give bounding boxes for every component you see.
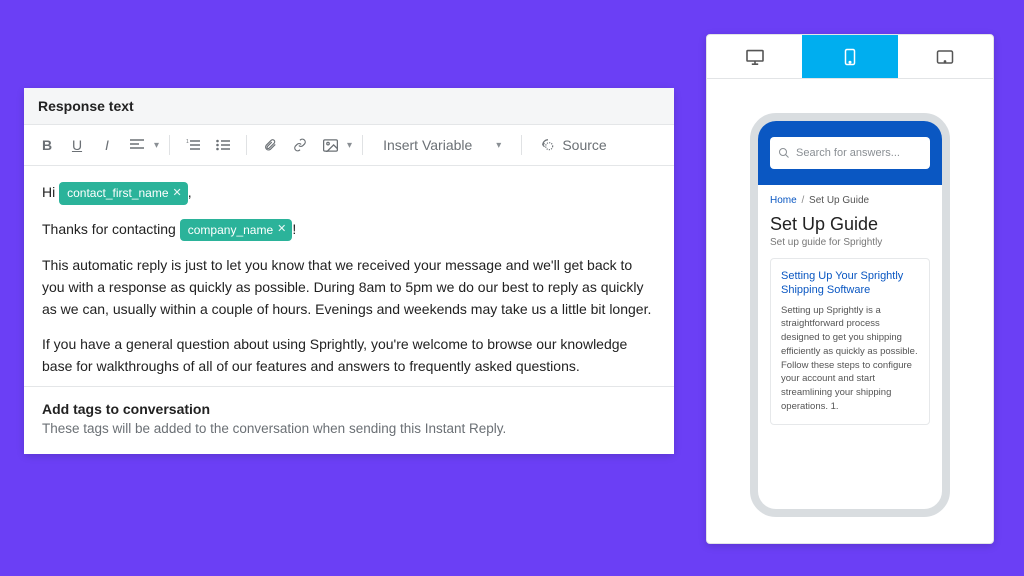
editor-toolbar: B U I ▾ 1 ▾ Insert Variable ▾ xyxy=(24,125,674,166)
source-button[interactable]: Source xyxy=(532,133,614,157)
variable-pill-label: contact_first_name xyxy=(67,184,168,203)
underline-button[interactable]: U xyxy=(64,131,90,159)
search-icon xyxy=(778,147,790,159)
insert-variable-label: Insert Variable xyxy=(383,137,472,153)
breadcrumb-separator: / xyxy=(799,195,807,206)
tab-tablet[interactable] xyxy=(898,35,993,78)
thanks-prefix: Thanks for contacting xyxy=(42,221,180,237)
variable-pill-label: company_name xyxy=(188,221,273,240)
greeting-prefix: Hi xyxy=(42,184,59,200)
tab-desktop[interactable] xyxy=(707,35,802,78)
breadcrumb-current: Set Up Guide xyxy=(809,195,869,206)
mobile-icon xyxy=(843,48,857,66)
unordered-list-button[interactable] xyxy=(210,131,236,159)
link-button[interactable] xyxy=(287,131,313,159)
phone-content: Home / Set Up Guide Set Up Guide Set up … xyxy=(758,185,942,435)
search-input[interactable]: Search for answers... xyxy=(770,137,930,169)
source-label: Source xyxy=(562,137,606,153)
toolbar-separator xyxy=(362,135,363,155)
breadcrumb: Home / Set Up Guide xyxy=(770,195,930,206)
breadcrumb-home[interactable]: Home xyxy=(770,195,797,206)
italic-button[interactable]: I xyxy=(94,131,120,159)
response-editor-panel: Response text B U I ▾ 1 ▾ Insert Variabl… xyxy=(24,88,674,454)
device-preview-panel: Search for answers... Home / Set Up Guid… xyxy=(706,34,994,544)
desktop-icon xyxy=(745,49,765,65)
toolbar-separator xyxy=(246,135,247,155)
remove-variable-icon[interactable]: ✕ xyxy=(173,185,182,202)
add-tags-desc: These tags will be added to the conversa… xyxy=(42,421,656,436)
editor-body[interactable]: Hi contact_first_name ✕, Thanks for conta… xyxy=(24,166,674,386)
add-tags-title: Add tags to conversation xyxy=(42,401,656,417)
greeting-suffix: , xyxy=(188,184,192,200)
remove-variable-icon[interactable]: ✕ xyxy=(277,221,286,238)
page-title: Set Up Guide xyxy=(770,214,930,235)
chevron-down-icon: ▾ xyxy=(496,140,501,151)
toolbar-separator xyxy=(521,135,522,155)
attachment-button[interactable] xyxy=(257,131,283,159)
toolbar-separator xyxy=(169,135,170,155)
bold-button[interactable]: B xyxy=(34,131,60,159)
thanks-line: Thanks for contacting company_name✕! xyxy=(42,219,656,242)
ordered-list-button[interactable]: 1 xyxy=(180,131,206,159)
greeting-line: Hi contact_first_name ✕, xyxy=(42,182,656,205)
tablet-icon xyxy=(936,49,954,65)
editor-header: Response text xyxy=(24,88,674,125)
kb-para: If you have a general question about usi… xyxy=(42,334,656,377)
device-tabs xyxy=(707,35,993,79)
article-excerpt: Setting up Sprightly is a straightforwar… xyxy=(781,304,919,414)
svg-text:1: 1 xyxy=(186,139,189,145)
chevron-down-icon: ▾ xyxy=(154,140,159,151)
search-placeholder: Search for answers... xyxy=(796,147,900,159)
add-tags-section: Add tags to conversation These tags will… xyxy=(24,386,674,454)
chevron-down-icon: ▾ xyxy=(347,140,352,151)
auto-reply-para: This automatic reply is just to let you … xyxy=(42,255,656,320)
align-button[interactable] xyxy=(124,131,150,159)
thanks-suffix: ! xyxy=(292,221,296,237)
phone-preview-wrap: Search for answers... Home / Set Up Guid… xyxy=(707,79,993,543)
image-button[interactable] xyxy=(317,131,343,159)
variable-pill-company[interactable]: company_name✕ xyxy=(180,219,293,242)
phone-frame: Search for answers... Home / Set Up Guid… xyxy=(750,113,950,517)
variable-pill-contact[interactable]: contact_first_name ✕ xyxy=(59,182,188,205)
tab-mobile[interactable] xyxy=(802,35,897,78)
source-icon xyxy=(540,138,556,152)
article-card[interactable]: Setting Up Your Sprightly Shipping Softw… xyxy=(770,258,930,425)
page-subtitle: Set up guide for Sprightly xyxy=(770,237,930,248)
article-title: Setting Up Your Sprightly Shipping Softw… xyxy=(781,269,919,298)
insert-variable-dropdown[interactable]: Insert Variable ▾ xyxy=(373,133,511,157)
phone-hero: Search for answers... xyxy=(758,121,942,185)
